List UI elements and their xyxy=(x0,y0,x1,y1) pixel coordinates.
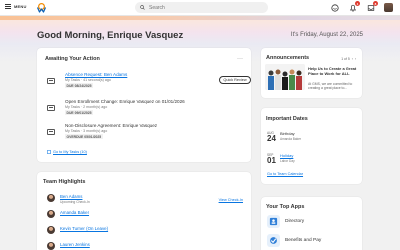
task-meta: My Tasks · 41 second(s) ago xyxy=(65,78,111,82)
event-name[interactable]: Holiday xyxy=(280,153,293,158)
event-detail: Labor Day xyxy=(280,159,295,163)
next-arrow-icon[interactable]: › xyxy=(355,57,356,61)
top-bar: MENU 1 xyxy=(0,0,400,16)
card-title: Team Highlights xyxy=(43,179,86,185)
assistant-icon xyxy=(330,3,339,12)
top-apps-card: Your Top Apps Directory Benefits and Pay xyxy=(261,197,362,250)
card-title: Your Top Apps xyxy=(266,204,305,210)
task-inbox-icon xyxy=(47,78,55,84)
avatar xyxy=(47,242,55,250)
avatar xyxy=(47,226,55,234)
task-title[interactable]: Non-Disclosure Agreement: Enrique Vasque… xyxy=(65,123,157,128)
announcement-pager: 1 of 5 ‹ › xyxy=(341,57,356,61)
search-input[interactable] xyxy=(149,4,259,11)
go-to-my-tasks-label: Go to My Tasks (10) xyxy=(53,150,87,154)
people-illustration xyxy=(265,64,305,90)
event-day: 01 xyxy=(267,156,276,165)
card-title: Important Dates xyxy=(266,116,308,122)
view-check-in-link[interactable]: View Check-In xyxy=(219,198,243,202)
pager-count: 1 of 5 xyxy=(341,57,350,61)
menu-button[interactable]: MENU xyxy=(5,4,27,9)
task-inbox-icon xyxy=(47,129,55,135)
task-due-badge: DUE 09/01/2025 xyxy=(65,110,94,115)
task-due-badge: DUE 08/24/2025 xyxy=(65,83,94,88)
task-meta: My Tasks · 3 month(s) ago xyxy=(65,129,108,133)
announcements-card: Announcements 1 of 5 ‹ › Help Us to Crea… xyxy=(261,48,362,98)
hamburger-icon xyxy=(5,4,11,9)
announcement-headline[interactable]: Help Us to Create a Great Place to Work … xyxy=(308,66,360,76)
announcement-image[interactable] xyxy=(265,64,305,90)
go-to-team-calendar-link[interactable]: Go to Team Calendar xyxy=(267,172,303,176)
event-day: 24 xyxy=(267,134,276,143)
app-directory[interactable]: Directory xyxy=(267,215,359,228)
go-to-my-tasks-link[interactable]: Go to My Tasks (10) xyxy=(47,150,87,154)
task-title[interactable]: Open Enrollment Change: Enrique Vasquez … xyxy=(65,99,185,104)
inbox-badge: 8 xyxy=(373,1,378,6)
notifications-badge: 1 xyxy=(355,1,360,6)
menu-label: MENU xyxy=(14,4,27,9)
app-benefits-and-pay[interactable]: Benefits and Pay xyxy=(267,234,359,247)
directory-icon xyxy=(267,215,280,228)
team-highlights-card: Team Highlights Ben Adams Upcoming Check… xyxy=(37,172,251,250)
member-name[interactable]: Amanda Baker xyxy=(60,210,89,215)
benefits-icon xyxy=(267,234,280,247)
search-bar[interactable] xyxy=(135,2,268,13)
tasks-icon xyxy=(47,150,51,154)
event-detail: Amanda Baker xyxy=(280,137,302,141)
inbox-button[interactable]: 8 xyxy=(366,1,378,12)
app-label: Benefits and Pay xyxy=(285,238,322,243)
search-icon xyxy=(140,5,145,10)
assistant-button[interactable] xyxy=(330,3,339,12)
announcement-body: At GMS, we are committed to creating a g… xyxy=(308,82,353,91)
workday-logo[interactable] xyxy=(36,2,47,13)
task-due-badge: OVERDUE 05/01/2025 xyxy=(65,134,103,139)
member-status: Upcoming Check-In xyxy=(60,200,90,204)
awaiting-action-card: Awaiting Your Action ··· Absence Request… xyxy=(37,48,251,162)
task-inbox-icon xyxy=(47,105,55,111)
task-title[interactable]: Absence Request: Ben Adams xyxy=(65,72,127,77)
profile-avatar[interactable] xyxy=(384,3,393,12)
previous-arrow-icon[interactable]: ‹ xyxy=(352,57,353,61)
task-meta: My Tasks · 2 month(s) ago xyxy=(65,105,108,109)
app-label: Directory xyxy=(285,219,305,224)
greeting-title: Good Morning, Enrique Vasquez xyxy=(37,30,184,41)
important-dates-card: Important Dates AUG 24 Birthday Amanda B… xyxy=(261,108,362,184)
more-options-icon[interactable]: ··· xyxy=(237,56,243,62)
avatar xyxy=(47,194,55,202)
quick-review-button[interactable]: Quick Review xyxy=(219,76,251,84)
card-title: Announcements xyxy=(266,55,310,61)
member-name[interactable]: Ben Adams xyxy=(60,194,82,199)
member-name[interactable]: Lauren Jenkins xyxy=(60,242,90,247)
avatar xyxy=(47,210,55,218)
current-date: It's Friday, August 22, 2025 xyxy=(290,32,363,38)
event-name: Birthday xyxy=(280,131,295,136)
member-name[interactable]: Kevin Turner (On Leave) xyxy=(60,226,108,231)
notifications-button[interactable]: 1 xyxy=(348,1,360,12)
hero-gradient xyxy=(0,16,400,20)
card-title: Awaiting Your Action xyxy=(45,56,100,62)
